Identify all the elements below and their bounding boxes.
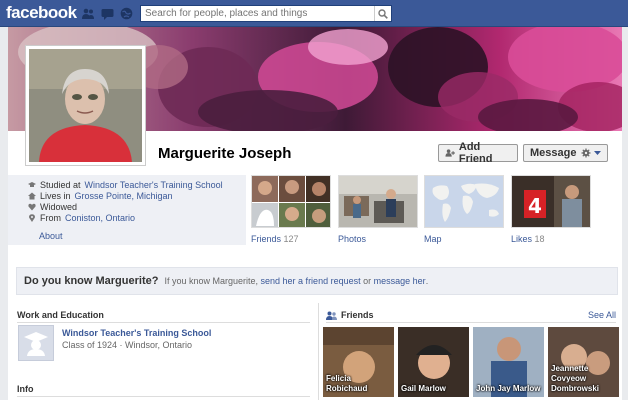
message-label: Message (530, 147, 577, 159)
svg-text:4: 4 (528, 194, 542, 218)
do-you-know-title: Do you know Marguerite? (24, 275, 159, 287)
friend-card[interactable]: Jeannette Covyeow Dombrowski (548, 327, 619, 397)
work-education-title: Work and Education (17, 310, 104, 320)
likes-tile-label[interactable]: Likes 18 (511, 234, 545, 244)
home-icon (28, 192, 36, 200)
search-input[interactable] (140, 5, 392, 22)
search-icon[interactable] (374, 6, 391, 21)
education-icon (28, 182, 36, 187)
heart-icon (28, 203, 36, 211)
info-from: From Coniston, Ontario (28, 213, 135, 223)
gear-icon[interactable] (581, 148, 591, 158)
friends-section-header: Friends (326, 310, 374, 320)
about-link[interactable]: About (39, 231, 63, 241)
top-navigation-bar: facebook (0, 0, 628, 27)
message-her-link[interactable]: message her (374, 276, 426, 286)
friend-requests-icon[interactable] (82, 7, 95, 20)
chevron-down-icon[interactable] (594, 150, 601, 156)
facebook-logo[interactable]: facebook (6, 3, 77, 23)
location-pin-icon (29, 214, 35, 222)
add-friend-label: Add Friend (458, 141, 493, 165)
likes-tile[interactable]: 4 (511, 175, 591, 228)
friends-count: 127 (283, 234, 299, 244)
friend-name[interactable]: Gail Marlow (401, 384, 446, 394)
jewel-icons (82, 7, 133, 20)
lives-place-link[interactable]: Grosse Pointe, Michigan (75, 191, 173, 201)
friend-name[interactable]: Felicia Robichaud (326, 374, 394, 394)
friend-name[interactable]: John Jay Marlow (476, 384, 540, 394)
notifications-icon[interactable] (120, 7, 133, 20)
school-logo[interactable] (18, 325, 54, 361)
photos-tile[interactable] (338, 175, 418, 228)
profile-page: Marguerite Joseph Add Friend Message Stu… (8, 27, 622, 400)
friends-tile[interactable] (251, 175, 331, 228)
profile-picture[interactable] (25, 45, 146, 166)
divider (17, 322, 310, 323)
friend-card[interactable]: Felicia Robichaud (323, 327, 394, 397)
message-button[interactable]: Message (523, 144, 608, 162)
friends-section-title: Friends (341, 310, 374, 320)
info-lives: Lives in Grosse Pointe, Michigan (28, 191, 173, 201)
school-link[interactable]: Windsor Teacher's Training School (62, 328, 211, 338)
messages-icon[interactable] (101, 7, 114, 20)
friend-card[interactable]: John Jay Marlow (473, 327, 544, 397)
add-friend-icon (445, 149, 455, 157)
send-friend-request-link[interactable]: send her a friend request (261, 276, 361, 286)
column-divider (318, 303, 319, 400)
studied-place-link[interactable]: Windsor Teacher's Training School (85, 180, 223, 190)
map-tile-label[interactable]: Map (424, 234, 442, 244)
friends-tile-label[interactable]: Friends 127 (251, 234, 299, 244)
friend-card[interactable]: Gail Marlow (398, 327, 469, 397)
info-status: Widowed (28, 202, 77, 212)
from-place-link[interactable]: Coniston, Ontario (65, 213, 135, 223)
do-you-know-banner: Do you know Marguerite? If you know Marg… (16, 267, 618, 295)
likes-count: 18 (534, 234, 545, 244)
add-friend-button[interactable]: Add Friend (438, 141, 518, 165)
school-detail: Class of 1924 · Windsor, Ontario (62, 340, 193, 350)
photos-tile-label[interactable]: Photos (338, 234, 366, 244)
see-all-link[interactable]: See All (588, 310, 616, 320)
divider (326, 322, 616, 323)
friends-icon (326, 311, 337, 320)
profile-name: Marguerite Joseph (158, 145, 292, 162)
friend-name[interactable]: Jeannette Covyeow Dombrowski (551, 364, 617, 394)
map-tile[interactable] (424, 175, 504, 228)
divider (17, 396, 310, 397)
info-section-title: Info (17, 384, 34, 394)
info-studied: Studied at Windsor Teacher's Training Sc… (28, 180, 223, 190)
graduation-cap-icon (24, 332, 48, 356)
